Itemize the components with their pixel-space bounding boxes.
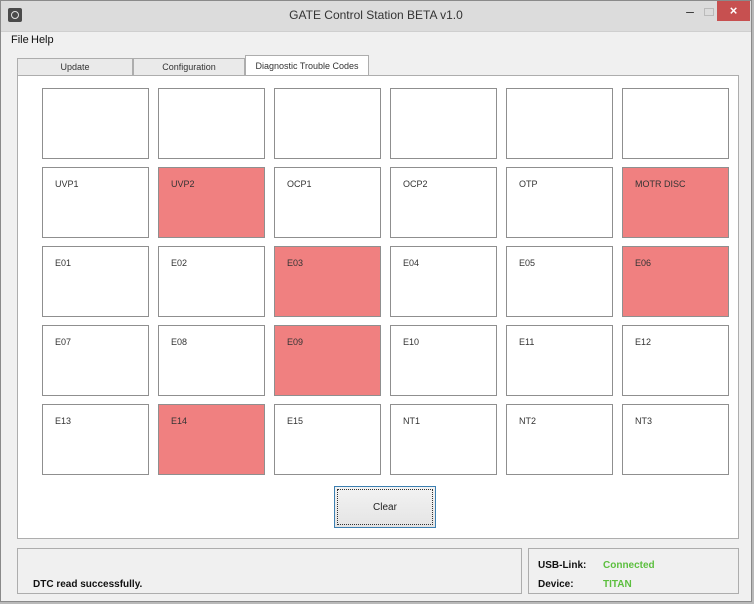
dtc-cell: OTP (506, 167, 613, 238)
app-window: GATE Control Station BETA v1.0 – × File … (0, 0, 752, 602)
dtc-cell-label: E12 (635, 337, 652, 347)
dtc-cell-label: MOTR DISC (635, 179, 686, 189)
dtc-cell: E13 (42, 404, 149, 475)
dtc-cell: E12 (622, 325, 729, 396)
dtc-cell-label: E05 (519, 258, 536, 268)
title-bar: GATE Control Station BETA v1.0 – × (1, 1, 751, 32)
status-message: DTC read successfully. (33, 579, 143, 590)
dtc-cell: NT1 (390, 404, 497, 475)
dtc-cell (390, 88, 497, 159)
usb-link-label: USB-Link: (538, 560, 587, 571)
dtc-cell: OCP2 (390, 167, 497, 238)
dtc-cell-label: UVP2 (171, 179, 195, 189)
dtc-cell: E04 (390, 246, 497, 317)
dtc-cell-label: E14 (171, 416, 188, 426)
dtc-cell: E07 (42, 325, 149, 396)
dtc-cell-label: E07 (55, 337, 72, 347)
dtc-cell: UVP2 (158, 167, 265, 238)
dtc-cell-label: E06 (635, 258, 652, 268)
minimize-button[interactable]: – (677, 1, 703, 21)
dtc-cell (158, 88, 265, 159)
dtc-cell-label: E08 (171, 337, 188, 347)
dtc-panel: UVP1 UVP2 OCP1 OCP2 OTP MOTR DISC E01 E02 E03 E04… (17, 75, 739, 539)
dtc-cell: OCP1 (274, 167, 381, 238)
device-value: TITAN (603, 579, 632, 590)
menu-bar: File Help (1, 32, 751, 50)
dtc-cell: E05 (506, 246, 613, 317)
maximize-button[interactable] (703, 1, 715, 21)
dtc-cell-label: E03 (287, 258, 304, 268)
dtc-cell (506, 88, 613, 159)
dtc-cell: MOTR DISC (622, 167, 729, 238)
dtc-cell: E01 (42, 246, 149, 317)
dtc-cell-label: NT3 (635, 416, 653, 426)
dtc-cell: NT2 (506, 404, 613, 475)
dtc-cell: UVP1 (42, 167, 149, 238)
dtc-cell-label: UVP1 (55, 179, 79, 189)
menu-file[interactable]: File (11, 34, 29, 46)
tab-diagnostic-trouble-codes[interactable]: Diagnostic Trouble Codes (245, 55, 369, 76)
dtc-cell: E09 (274, 325, 381, 396)
dtc-cell: E06 (622, 246, 729, 317)
tab-configuration[interactable]: Configuration (133, 58, 245, 75)
dtc-cell: E08 (158, 325, 265, 396)
dtc-cell-label: OCP1 (287, 179, 312, 189)
close-button[interactable]: × (717, 1, 750, 21)
menu-help[interactable]: Help (31, 34, 54, 46)
dtc-cell-label: NT2 (519, 416, 537, 426)
dtc-cell-label: E10 (403, 337, 420, 347)
clear-button[interactable]: Clear (334, 486, 436, 528)
dtc-cell-label: OCP2 (403, 179, 428, 189)
dtc-cell-label: E09 (287, 337, 304, 347)
dtc-cell-label: E15 (287, 416, 304, 426)
dtc-cell-label: E04 (403, 258, 420, 268)
connection-box: USB-Link: Connected Device: TITAN (528, 548, 739, 594)
status-box: DTC read successfully. (17, 548, 522, 594)
dtc-cell-label: NT1 (403, 416, 421, 426)
dtc-cell-label: E01 (55, 258, 72, 268)
usb-link-status: Connected (603, 560, 655, 571)
tab-update[interactable]: Update (17, 58, 133, 75)
dtc-cell (274, 88, 381, 159)
dtc-cell-label: E13 (55, 416, 72, 426)
dtc-cell: E11 (506, 325, 613, 396)
dtc-cell-label: E02 (171, 258, 188, 268)
dtc-cell: E03 (274, 246, 381, 317)
tab-strip: Update Configuration Diagnostic Trouble … (17, 55, 739, 76)
dtc-cell-label: E11 (519, 337, 535, 347)
dtc-cell (42, 88, 149, 159)
dtc-cell: E02 (158, 246, 265, 317)
dtc-cell-label: OTP (519, 179, 538, 189)
dtc-cell: E14 (158, 404, 265, 475)
device-label: Device: (538, 579, 574, 590)
dtc-cell: E10 (390, 325, 497, 396)
dtc-cell: NT3 (622, 404, 729, 475)
dtc-cell: E15 (274, 404, 381, 475)
window-title: GATE Control Station BETA v1.0 (289, 8, 463, 22)
dtc-cell (622, 88, 729, 159)
